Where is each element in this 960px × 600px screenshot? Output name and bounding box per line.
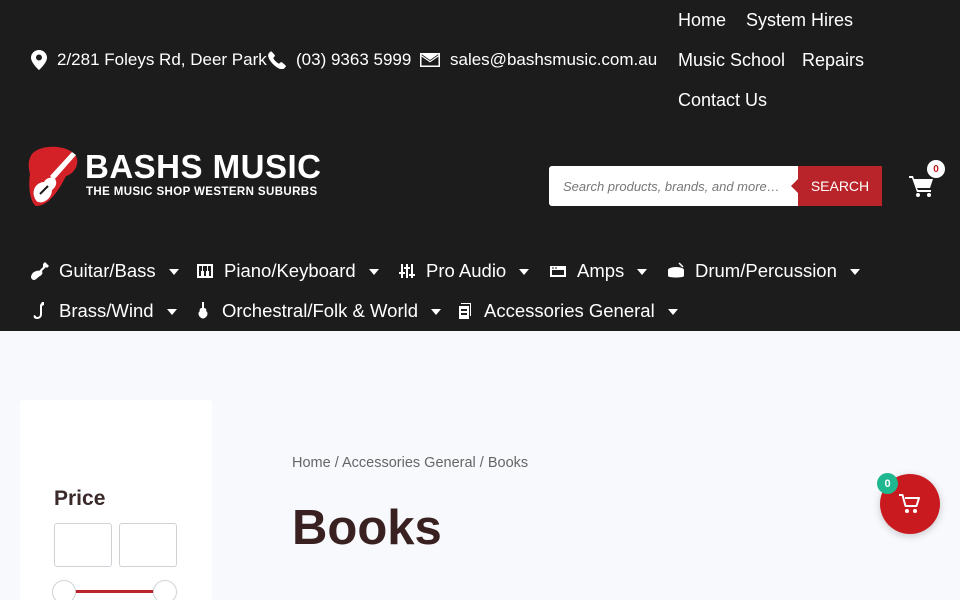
drum-icon <box>668 262 684 278</box>
contact-phone[interactable]: (03) 9363 5999 <box>268 48 411 72</box>
chevron-down-icon <box>431 309 442 315</box>
chevron-down-icon <box>667 309 678 315</box>
contact-address[interactable]: 2/281 Foleys Rd, Deer Park <box>31 48 267 72</box>
chevron-down-icon <box>166 309 177 315</box>
nav-amps[interactable]: Amps <box>549 259 648 283</box>
price-min-input[interactable] <box>54 523 112 567</box>
chevron-down-icon <box>849 269 860 275</box>
breadcrumb-separator: / <box>479 455 484 471</box>
search-button[interactable]: SEARCH <box>791 166 882 206</box>
envelope-icon <box>420 53 440 67</box>
cart-icon <box>899 494 920 513</box>
nav-orchestral-folk-world[interactable]: Orchestral/Folk & World <box>194 299 442 323</box>
nav-pro-audio[interactable]: Pro Audio <box>398 259 530 283</box>
nav-guitar-bass[interactable]: Guitar/Bass <box>31 259 179 283</box>
toplink-music-school[interactable]: Music School <box>678 50 785 71</box>
nav-label: Piano/Keyboard <box>224 260 356 281</box>
chevron-down-icon <box>168 269 179 275</box>
nav-brass-wind[interactable]: Brass/Wind <box>31 299 177 323</box>
price-slider-track[interactable] <box>64 590 166 593</box>
logo-subtitle: THE MUSIC SHOP WESTERN SUBURBS <box>86 186 318 198</box>
guitar-logo-icon <box>28 146 78 206</box>
violin-icon <box>198 302 208 319</box>
price-slider-min-handle[interactable] <box>52 580 76 600</box>
site-header: 2/281 Foleys Rd, Deer Park (03) 9363 599… <box>0 0 960 331</box>
logo-title: BASHS MUSIC <box>85 148 322 185</box>
chevron-down-icon <box>368 269 379 275</box>
chevron-down-icon <box>637 269 648 275</box>
mixer-sliders-icon <box>399 264 415 278</box>
breadcrumb: Home / Accessories General / Books <box>292 455 528 471</box>
toplink-contact-us[interactable]: Contact Us <box>678 90 767 111</box>
price-max-input[interactable] <box>119 523 177 567</box>
toplink-home[interactable]: Home <box>678 10 726 31</box>
site-logo[interactable]: BASHS MUSIC THE MUSIC SHOP WESTERN SUBUR… <box>28 146 338 210</box>
nav-label: Drum/Percussion <box>695 260 837 281</box>
nav-label: Guitar/Bass <box>59 260 156 281</box>
breadcrumb-home[interactable]: Home <box>292 455 331 471</box>
breadcrumb-category[interactable]: Accessories General <box>342 455 476 471</box>
location-pin-icon <box>31 50 47 70</box>
nav-piano-keyboard[interactable]: Piano/Keyboard <box>196 259 379 283</box>
accessories-icon <box>459 303 471 319</box>
cart-count-badge: 0 <box>927 160 945 178</box>
guitar-icon <box>31 262 49 280</box>
nav-label: Orchestral/Folk & World <box>222 300 419 321</box>
email-text: sales@bashsmusic.com.au <box>450 50 658 69</box>
breadcrumb-current: Books <box>487 455 529 471</box>
nav-drum-percussion[interactable]: Drum/Percussion <box>667 259 860 283</box>
price-slider-max-handle[interactable] <box>153 580 177 600</box>
nav-label: Amps <box>577 260 625 281</box>
phone-icon <box>268 51 286 69</box>
address-text: 2/281 Foleys Rd, Deer Park <box>57 50 267 69</box>
filter-sidebar <box>20 400 212 600</box>
nav-accessories-general[interactable]: Accessories General <box>456 299 678 323</box>
amp-icon <box>550 266 566 277</box>
toplink-repairs[interactable]: Repairs <box>802 50 864 71</box>
chevron-down-icon <box>519 269 530 275</box>
search-input[interactable] <box>549 166 799 206</box>
nav-label: Brass/Wind <box>59 300 154 321</box>
toplink-system-hires[interactable]: System Hires <box>746 10 853 31</box>
floating-cart-count-badge: 0 <box>877 473 898 494</box>
nav-label: Accessories General <box>484 300 655 321</box>
nav-label: Pro Audio <box>426 260 507 281</box>
piano-icon <box>197 264 213 278</box>
page-title: Books <box>292 501 442 555</box>
contact-email[interactable]: sales@bashsmusic.com.au <box>420 48 657 72</box>
price-filter-title: Price <box>54 487 106 510</box>
breadcrumb-separator: / <box>334 455 339 471</box>
phone-text: (03) 9363 5999 <box>296 50 412 69</box>
shopping-cart-icon[interactable] <box>909 174 935 198</box>
saxophone-icon <box>33 302 44 319</box>
